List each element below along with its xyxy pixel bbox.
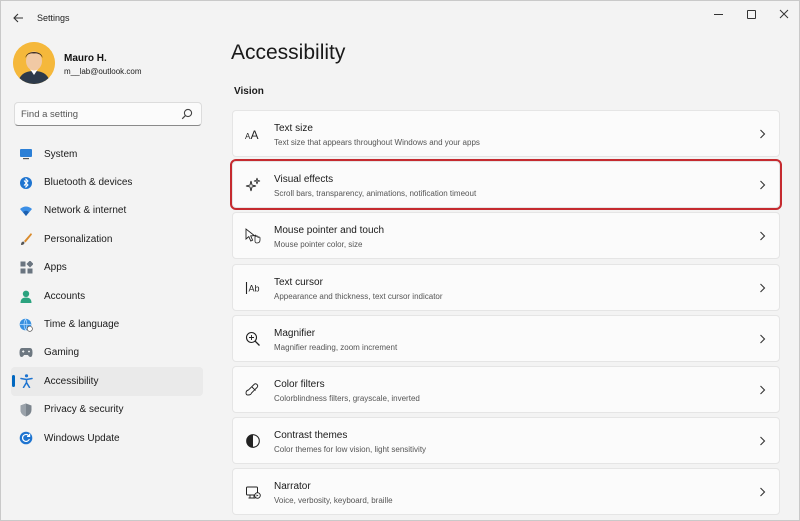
shield-icon xyxy=(19,403,33,417)
monitor-icon xyxy=(19,147,33,161)
sidebar-item-label: Apps xyxy=(44,262,67,274)
wifi-icon xyxy=(19,204,33,218)
section-title: Vision xyxy=(234,86,264,97)
sidebar-item-accounts[interactable]: Accounts xyxy=(11,282,203,310)
card-description: Voice, verbosity, keyboard, braille xyxy=(274,496,393,506)
card-visual-effects[interactable]: Visual effects Scroll bars, transparency… xyxy=(230,159,782,211)
apps-icon xyxy=(19,261,33,275)
sidebar-item-label: System xyxy=(44,148,78,160)
maximize-icon xyxy=(746,9,756,19)
sidebar-item-personalization[interactable]: Personalization xyxy=(11,225,203,253)
color-filter-icon xyxy=(245,382,261,398)
card-title: Contrast themes xyxy=(274,430,348,442)
sidebar-item-label: Gaming xyxy=(44,347,80,359)
card-description: Text size that appears throughout Window… xyxy=(274,138,480,147)
sidebar-item-bluetooth[interactable]: Bluetooth & devices xyxy=(11,168,203,196)
text-size-icon: AA xyxy=(245,126,261,142)
card-description: Mouse pointer color, size xyxy=(274,240,363,250)
accessibility-icon xyxy=(19,374,33,389)
sidebar-item-gaming[interactable]: Gaming xyxy=(11,339,203,367)
user-name: Mauro H. xyxy=(64,53,107,64)
card-narrator[interactable]: Narrator Voice, verbosity, keyboard, bra… xyxy=(232,468,780,516)
card-description: Scroll bars, transparency, animations, n… xyxy=(274,189,477,199)
chevron-right-icon xyxy=(760,180,766,190)
contrast-icon xyxy=(245,433,261,449)
person-icon xyxy=(19,289,33,303)
close-button[interactable] xyxy=(767,3,800,25)
search-icon[interactable] xyxy=(181,108,193,120)
sidebar-item-network[interactable]: Network & internet xyxy=(11,197,203,225)
back-arrow-icon xyxy=(12,13,23,23)
svg-text:A: A xyxy=(251,128,259,140)
minimize-icon xyxy=(713,13,723,15)
sidebar-item-windows-update[interactable]: Windows Update xyxy=(11,424,203,452)
avatar-icon xyxy=(13,42,55,84)
chevron-right-icon xyxy=(760,283,766,292)
update-icon xyxy=(19,431,33,445)
card-text-cursor[interactable]: Ab Text cursor Appearance and thickness,… xyxy=(232,263,780,311)
gamepad-icon xyxy=(19,346,33,360)
sidebar-item-apps[interactable]: Apps xyxy=(11,254,203,282)
text-cursor-icon: Ab xyxy=(245,280,261,296)
title-bar: Settings xyxy=(1,1,800,35)
card-color-filters[interactable]: Color filters Colorblindness filters, gr… xyxy=(232,365,780,413)
bluetooth-icon xyxy=(19,176,33,190)
minimize-button[interactable] xyxy=(701,3,735,25)
card-title: Magnifier xyxy=(274,327,316,339)
card-title: Text cursor xyxy=(274,276,323,288)
sidebar-item-label: Accessibility xyxy=(44,375,99,387)
search-input[interactable] xyxy=(21,107,181,122)
sidebar-item-label: Accounts xyxy=(44,290,86,302)
card-magnifier[interactable]: Magnifier Magnifier reading, zoom increm… xyxy=(232,314,780,362)
brush-icon xyxy=(19,232,33,246)
selection-indicator xyxy=(12,375,15,388)
sidebar-item-system[interactable]: System xyxy=(11,140,203,168)
card-text-size[interactable]: AA Text size Text size that appears thro… xyxy=(232,110,780,157)
sidebar-item-label: Time & language xyxy=(44,319,120,331)
user-email: m__lab@outlook.com xyxy=(64,67,142,76)
card-contrast-themes[interactable]: Contrast themes Color themes for low vis… xyxy=(232,417,780,465)
app-title: Settings xyxy=(37,13,70,23)
sidebar-nav: System Bluetooth & devices Network & int… xyxy=(11,140,203,452)
sidebar-item-label: Bluetooth & devices xyxy=(44,177,133,189)
card-title: Mouse pointer and touch xyxy=(274,225,385,237)
settings-window: Settings Mauro H. m__lab@outlook.com Fin… xyxy=(0,0,800,521)
sidebar-item-label: Network & internet xyxy=(44,205,127,217)
chevron-right-icon xyxy=(760,385,766,395)
card-description: Magnifier reading, zoom increment xyxy=(274,342,398,352)
back-button[interactable] xyxy=(7,7,29,29)
mouse-pointer-icon xyxy=(245,228,261,244)
card-description: Appearance and thickness, text cursor in… xyxy=(274,291,443,301)
card-title: Visual effects xyxy=(274,174,334,186)
card-description: Colorblindness filters, grayscale, inver… xyxy=(274,393,420,403)
chevron-right-icon xyxy=(760,334,766,344)
sidebar-item-label: Privacy & security xyxy=(44,404,124,416)
globe-clock-icon xyxy=(19,318,33,332)
sidebar-item-label: Windows Update xyxy=(44,432,120,444)
magnifier-icon xyxy=(245,331,261,347)
search-box[interactable] xyxy=(14,102,202,126)
maximize-button[interactable] xyxy=(734,3,768,25)
sidebar-item-label: Personalization xyxy=(44,233,113,245)
page-title: Accessibility xyxy=(231,41,346,64)
card-title: Narrator xyxy=(274,481,311,493)
narrator-icon xyxy=(245,484,261,500)
chevron-right-icon xyxy=(760,436,766,446)
sidebar-item-privacy-security[interactable]: Privacy & security xyxy=(11,396,203,424)
card-title: Color filters xyxy=(274,378,325,390)
sparkle-icon xyxy=(245,177,261,193)
close-icon xyxy=(779,9,789,19)
chevron-right-icon xyxy=(760,487,766,497)
sidebar-item-time-language[interactable]: Time & language xyxy=(11,310,203,338)
sidebar-item-accessibility[interactable]: Accessibility xyxy=(11,367,203,396)
chevron-right-icon xyxy=(760,129,766,139)
card-title: Text size xyxy=(274,123,313,134)
avatar[interactable] xyxy=(13,42,55,84)
card-description: Color themes for low vision, light sensi… xyxy=(274,445,427,455)
settings-cards: AA Text size Text size that appears thro… xyxy=(230,110,782,520)
svg-text:Ab: Ab xyxy=(249,283,260,293)
card-mouse-pointer-touch[interactable]: Mouse pointer and touch Mouse pointer co… xyxy=(232,212,780,260)
chevron-right-icon xyxy=(760,231,766,241)
